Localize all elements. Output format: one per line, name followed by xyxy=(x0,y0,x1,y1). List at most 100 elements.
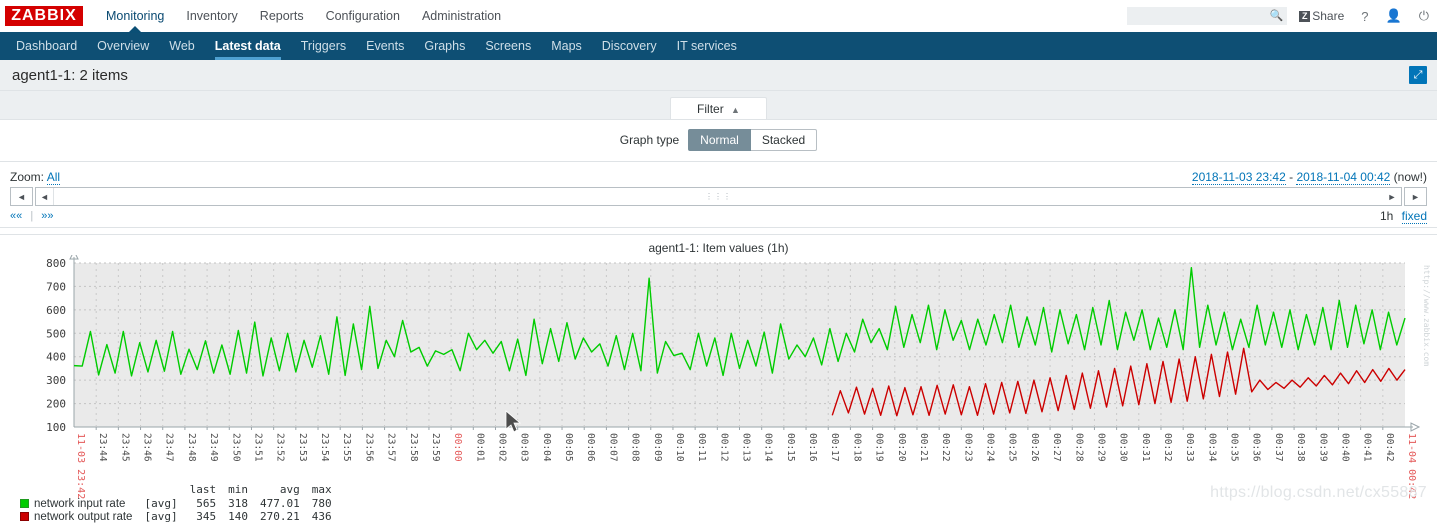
search-icon[interactable]: 🔍 xyxy=(1270,9,1284,22)
svg-text:00:30: 00:30 xyxy=(1118,433,1129,462)
time-scroll-track[interactable]: ◄ ⋮⋮⋮ ► xyxy=(35,187,1402,206)
sub-menu: Dashboard Overview Web Latest data Trigg… xyxy=(0,32,1437,60)
zoom-label: Zoom: xyxy=(10,170,45,184)
filter-tab-label: Filter xyxy=(697,102,724,116)
zabbix-logo[interactable]: ZABBIX xyxy=(5,6,83,26)
submenu-item-discovery[interactable]: Discovery xyxy=(592,32,667,60)
svg-text:23:58: 23:58 xyxy=(408,433,419,462)
svg-text:23:54: 23:54 xyxy=(319,433,330,462)
svg-text:00:01: 00:01 xyxy=(474,433,485,462)
svg-text:23:53: 23:53 xyxy=(297,433,308,462)
svg-text:00:23: 00:23 xyxy=(962,433,973,462)
submenu-item-graphs[interactable]: Graphs xyxy=(414,32,475,60)
svg-text:00:09: 00:09 xyxy=(652,433,663,462)
svg-text:00:16: 00:16 xyxy=(807,433,818,462)
power-off-icon[interactable]: ⏻ xyxy=(1419,8,1429,24)
svg-text:23:51: 23:51 xyxy=(252,433,263,462)
chart-area[interactable]: 100 200 300 400 500 600 700 800 23:44 23:45 23:46 2… xyxy=(0,255,1437,499)
filter-tab[interactable]: Filter ▲ xyxy=(670,97,767,119)
svg-text:00:03: 00:03 xyxy=(519,433,530,462)
svg-text:00:36: 00:36 xyxy=(1251,433,1262,462)
time-step-forward-button[interactable]: ► xyxy=(1404,187,1427,206)
global-search[interactable]: 🔍 xyxy=(1127,7,1288,25)
main-menu-item-reports[interactable]: Reports xyxy=(249,0,315,32)
range-separator: - xyxy=(1289,170,1294,184)
scroll-left-arrow-icon[interactable]: ◄ xyxy=(36,188,54,205)
legend-row-input: network input rate [avg] 565 318 477.01 … xyxy=(14,497,338,510)
svg-text:00:32: 00:32 xyxy=(1162,433,1173,462)
legend-header-row: last min avg max xyxy=(14,483,338,497)
item-values-line-chart[interactable]: 100 200 300 400 500 600 700 800 23:44 23:45 23:46 2… xyxy=(0,255,1437,505)
time-range-display: 2018-11-03 23:42 - 2018-11-04 00:42 (now… xyxy=(1191,170,1427,185)
time-step-back-button[interactable]: ◄ xyxy=(10,187,33,206)
svg-text:500: 500 xyxy=(46,327,66,340)
svg-text:200: 200 xyxy=(46,398,66,411)
submenu-item-web[interactable]: Web xyxy=(159,32,204,60)
main-menu-item-monitoring[interactable]: Monitoring xyxy=(95,0,175,32)
svg-text:00:12: 00:12 xyxy=(718,433,729,462)
svg-text:600: 600 xyxy=(46,304,66,317)
fixed-toggle-link[interactable]: fixed xyxy=(1401,209,1427,224)
svg-text:00:18: 00:18 xyxy=(851,433,862,462)
svg-text:00:10: 00:10 xyxy=(674,433,685,462)
svg-text:00:06: 00:06 xyxy=(585,433,596,462)
top-header-bar: ZABBIX Monitoring Inventory Reports Conf… xyxy=(0,0,1437,32)
submenu-item-dashboard[interactable]: Dashboard xyxy=(6,32,87,60)
page-header: agent1-1: 2 items ⤢ xyxy=(0,60,1437,91)
graph-type-segmented-control: Normal Stacked xyxy=(688,129,818,151)
svg-text:23:55: 23:55 xyxy=(341,433,352,462)
submenu-item-events[interactable]: Events xyxy=(356,32,414,60)
svg-text:00:05: 00:05 xyxy=(563,433,574,462)
svg-text:00:02: 00:02 xyxy=(496,433,507,462)
scroll-right-arrow-icon[interactable]: ► xyxy=(1383,188,1401,205)
submenu-item-latest-data[interactable]: Latest data xyxy=(205,32,291,60)
graph-title: agent1-1: Item values (1h) xyxy=(648,241,789,255)
share-button[interactable]: Z Share xyxy=(1299,9,1344,23)
main-menu-item-administration[interactable]: Administration xyxy=(411,0,512,32)
legend-max-input: 780 xyxy=(311,497,332,510)
graph-type-label: Graph type xyxy=(619,133,680,147)
range-now-label: (now!) xyxy=(1393,170,1427,184)
nav-separator: | xyxy=(30,210,34,222)
time-selector-top-row: Zoom: All 2018-11-03 23:42 - 2018-11-04 … xyxy=(10,167,1427,185)
svg-text:00:20: 00:20 xyxy=(896,433,907,462)
submenu-item-overview[interactable]: Overview xyxy=(87,32,159,60)
range-to[interactable]: 2018-11-04 00:42 xyxy=(1296,170,1391,185)
legend-agg-input: [avg] xyxy=(144,497,178,510)
svg-text:00:42: 00:42 xyxy=(1384,433,1395,462)
svg-text:300: 300 xyxy=(46,374,66,387)
share-badge-icon: Z xyxy=(1299,10,1311,22)
svg-text:http://www.zabbix.com: http://www.zabbix.com xyxy=(1422,265,1431,366)
svg-text:100: 100 xyxy=(46,421,66,434)
submenu-item-it-services[interactable]: IT services xyxy=(667,32,747,60)
submenu-item-triggers[interactable]: Triggers xyxy=(291,32,356,60)
csdn-watermark: https://blog.csdn.net/cx55887 xyxy=(1210,484,1427,501)
help-icon[interactable]: ? xyxy=(1361,9,1368,24)
svg-text:00:38: 00:38 xyxy=(1295,433,1306,462)
svg-text:00:19: 00:19 xyxy=(874,433,885,462)
nav-prev-link[interactable]: «« xyxy=(10,210,22,222)
zoom-all-link[interactable]: All xyxy=(46,170,61,185)
scroll-grip-handle[interactable]: ⋮⋮⋮ xyxy=(705,193,732,201)
graph-type-normal-button[interactable]: Normal xyxy=(688,129,751,151)
graph-type-stacked-button[interactable]: Stacked xyxy=(750,129,818,151)
range-from[interactable]: 2018-11-03 23:42 xyxy=(1191,170,1286,185)
svg-text:23:44: 23:44 xyxy=(97,433,108,462)
submenu-item-maps[interactable]: Maps xyxy=(541,32,592,60)
svg-text:23:57: 23:57 xyxy=(386,433,397,462)
kiosk-mode-icon[interactable]: ⤢ xyxy=(1409,66,1427,84)
svg-text:00:40: 00:40 xyxy=(1339,433,1350,462)
main-menu-item-configuration[interactable]: Configuration xyxy=(315,0,411,32)
svg-text:800: 800 xyxy=(46,257,66,270)
nav-next-link[interactable]: »» xyxy=(41,210,53,222)
user-profile-icon[interactable]: 👤 xyxy=(1386,8,1402,24)
svg-text:00:28: 00:28 xyxy=(1073,433,1084,462)
svg-text:23:48: 23:48 xyxy=(186,433,197,462)
svg-text:00:17: 00:17 xyxy=(829,433,840,462)
svg-text:00:13: 00:13 xyxy=(741,433,752,462)
legend-spacer-2 xyxy=(138,483,183,497)
legend-spacer-1 xyxy=(14,483,138,497)
search-input[interactable] xyxy=(1127,8,1268,24)
submenu-item-screens[interactable]: Screens xyxy=(475,32,541,60)
main-menu-item-inventory[interactable]: Inventory xyxy=(175,0,248,32)
